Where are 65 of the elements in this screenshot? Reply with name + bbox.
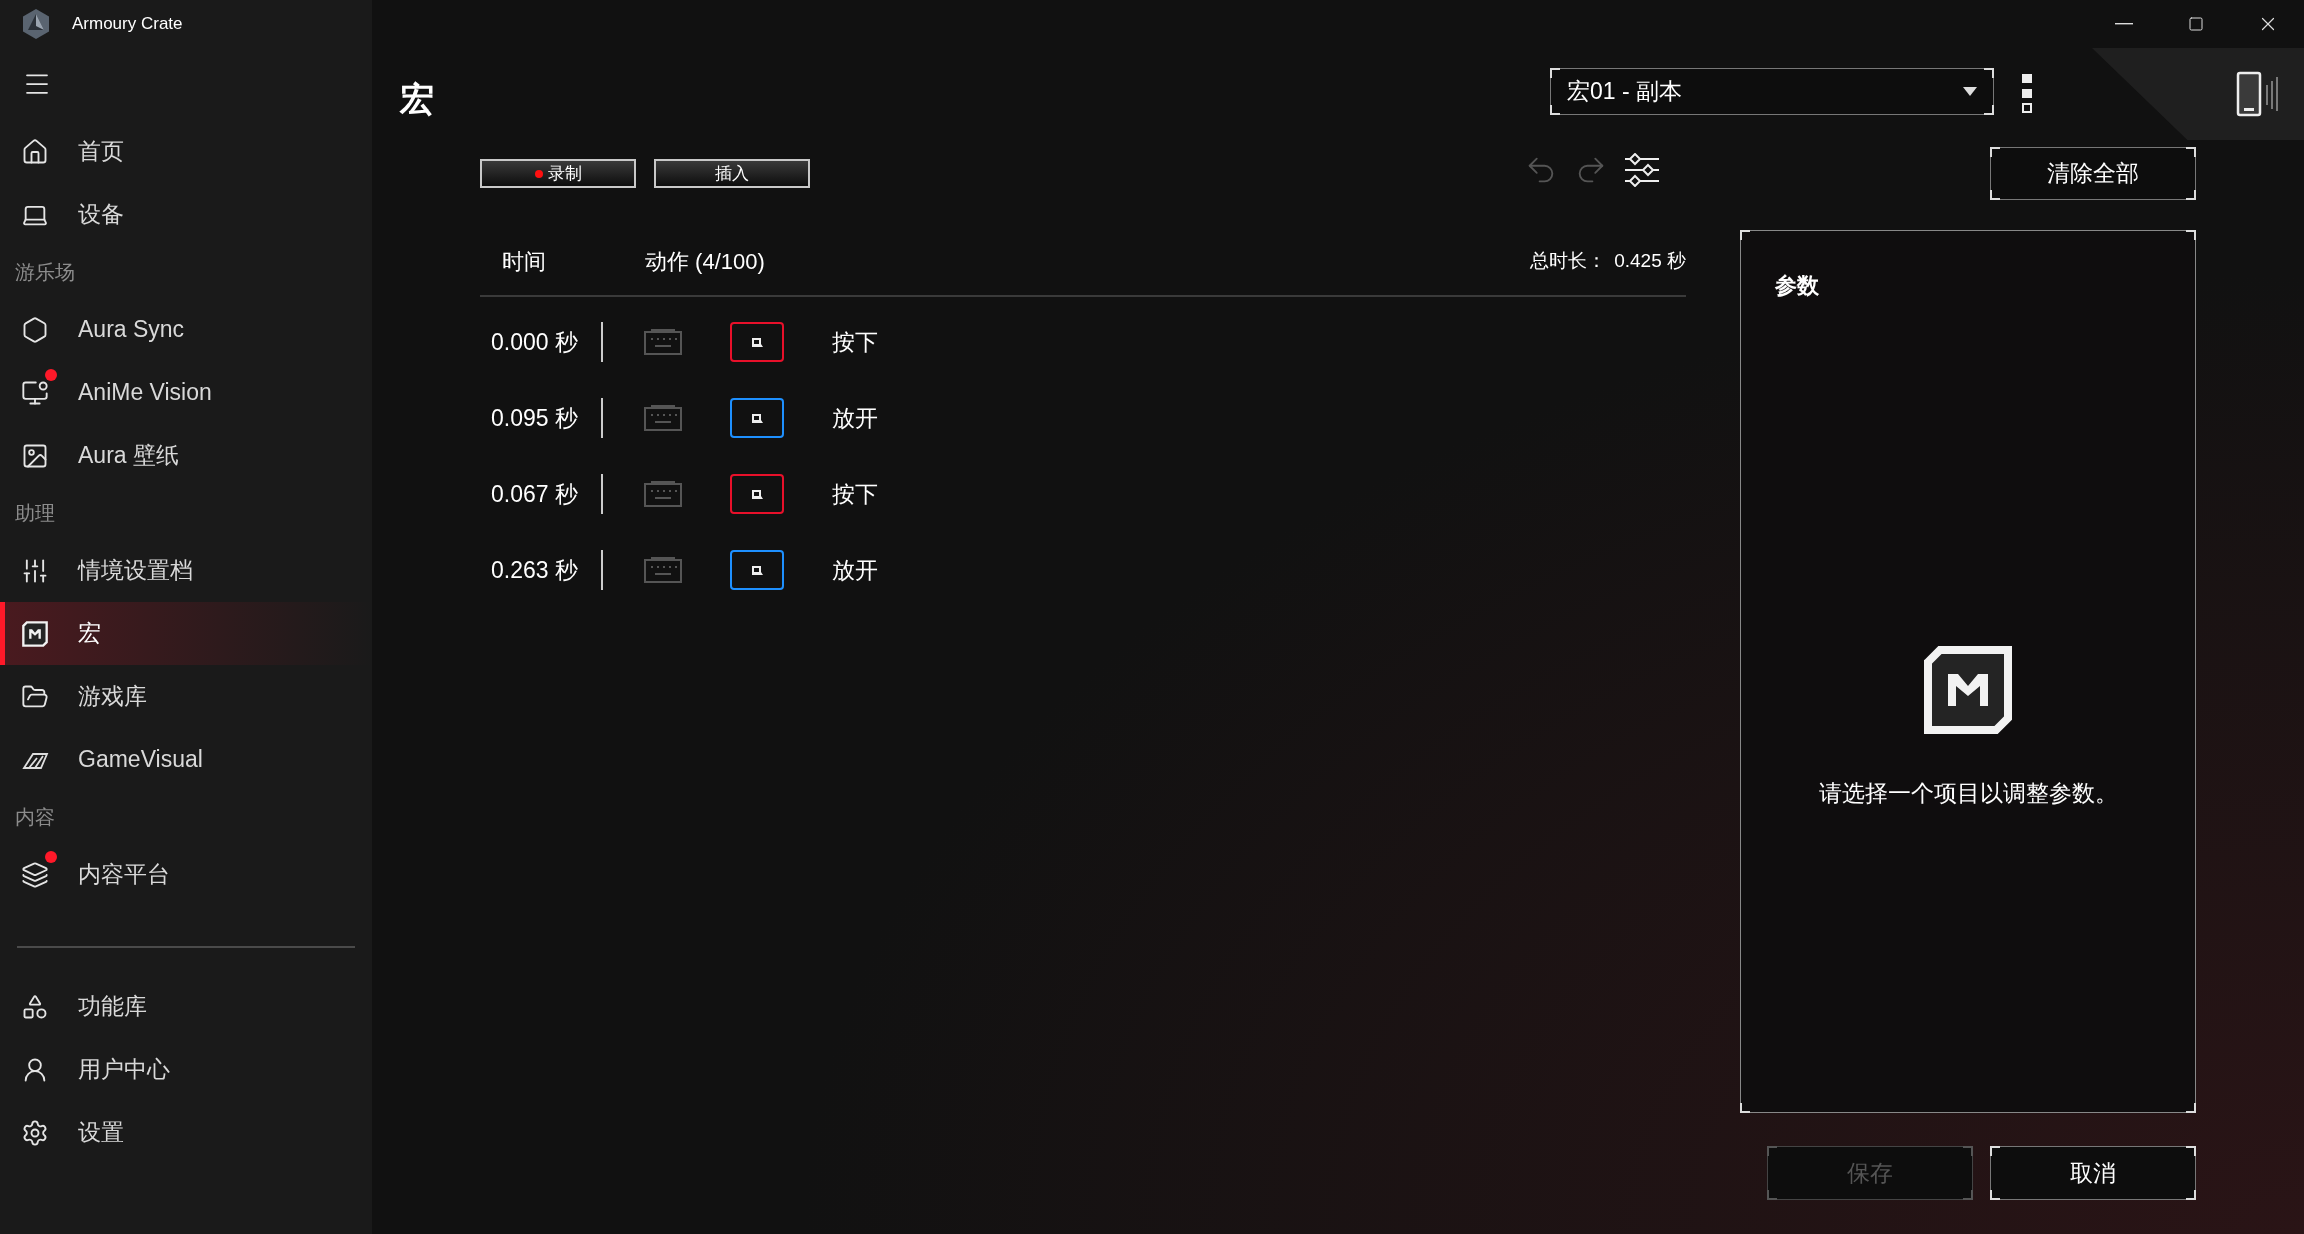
keyboard-icon [643, 554, 683, 586]
time-cell-text: 0.000 秒 [491, 327, 579, 357]
page-title: 宏 [400, 79, 434, 120]
total-duration-label: 总时长： [1530, 248, 1607, 273]
layers-icon [21, 860, 49, 889]
device-corner-panel[interactable] [2092, 48, 2304, 140]
home-icon [21, 137, 49, 166]
key-chip[interactable] [730, 398, 784, 438]
sidebar-item[interactable]: Aura 壁纸 [0, 424, 372, 487]
column-header: 时间 [502, 247, 546, 276]
sidebar-item[interactable]: 游戏库 [0, 665, 372, 728]
insert-button[interactable]: 插入 [654, 159, 810, 188]
panel-title: 参数 [1775, 272, 1820, 300]
key-glyph-icon [751, 412, 763, 424]
time-cell-text: 0.067 秒 [491, 479, 579, 509]
sidebar-item[interactable]: Aura Sync [0, 298, 372, 361]
section-label: 游乐场 [14, 260, 76, 285]
window-title: Armoury Crate [72, 13, 183, 36]
action-cell-text: 按下 [832, 479, 878, 509]
action-cell-text: 按下 [832, 327, 878, 357]
corner-bracket [2186, 230, 2196, 240]
sidebar-item[interactable]: 情境设置档 [0, 539, 372, 602]
key-chip[interactable] [730, 550, 784, 590]
sidebar-item[interactable]: AniMe Vision [0, 361, 372, 424]
clear-all-button[interactable]: 清除全部 [1990, 147, 2196, 200]
cancel-button[interactable]: 取消 [1990, 1146, 2196, 1200]
macro-icon [21, 619, 49, 648]
action-cell-text: 放开 [832, 403, 878, 433]
hexagon-icon [21, 315, 49, 344]
key-glyph-icon [751, 564, 763, 576]
time-cell-text: 0.263 秒 [491, 555, 579, 585]
sidebar-item[interactable]: 设备 [0, 183, 372, 246]
sidebar-item[interactable]: GameVisual [0, 728, 372, 791]
action-cell-text: 放开 [832, 555, 878, 585]
sidebar-item[interactable]: 内容平台 [0, 843, 372, 906]
dropdown-caret-icon [1963, 87, 1977, 96]
settings-icon [21, 1118, 49, 1147]
sidebar-item[interactable]: 设置 [0, 1101, 372, 1164]
key-chip[interactable] [730, 474, 784, 514]
shapes-icon [21, 992, 49, 1021]
keyboard-icon [643, 478, 683, 510]
total-duration-value: 0.425 秒 [1614, 248, 1686, 273]
filter-settings-icon[interactable] [1624, 153, 1660, 187]
keyboard-icon [643, 326, 683, 358]
column-header: 动作 (4/100) [645, 247, 765, 276]
keyboard-icon [643, 402, 683, 434]
corner-bracket [1740, 1103, 1750, 1113]
sidebar-item[interactable]: 功能库 [0, 975, 372, 1038]
maximize-icon [2188, 16, 2204, 32]
key-glyph-icon [751, 336, 763, 348]
section-label: 助理 [14, 501, 56, 526]
panel-message: 请选择一个项目以调整参数。 [1817, 779, 2119, 808]
more-options-icon[interactable] [2020, 72, 2034, 114]
corner-bracket [2186, 1103, 2196, 1113]
corner-bracket [1740, 230, 1750, 240]
sidebar-item[interactable]: 用户中心 [0, 1038, 372, 1101]
minimize-icon [2115, 23, 2133, 25]
key-chip[interactable] [730, 322, 784, 362]
time-cell-text: 0.095 秒 [491, 403, 579, 433]
sidebar-item[interactable]: 首页 [0, 120, 372, 183]
app-logo-icon [20, 8, 52, 40]
section-label: 内容 [14, 805, 56, 830]
key-glyph-icon [751, 488, 763, 500]
macro-dropdown[interactable]: 宏01 - 副本 [1550, 68, 1994, 115]
record-button[interactable]: 录制 [480, 159, 636, 188]
